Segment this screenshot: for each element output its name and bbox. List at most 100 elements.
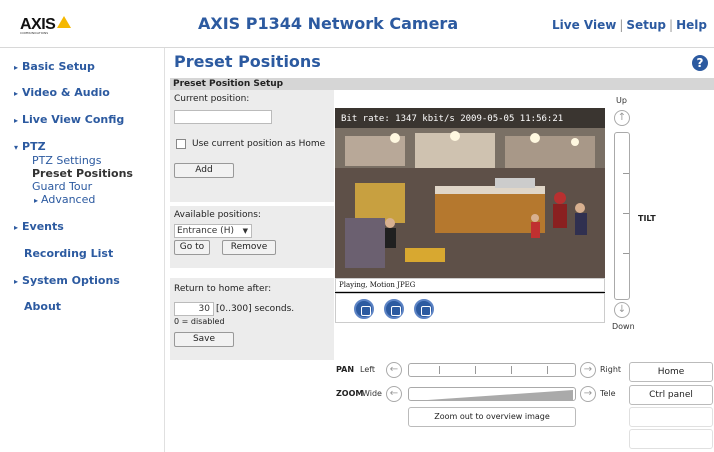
zoom-wedge-graphic	[427, 390, 573, 400]
help-icon[interactable]: ?	[692, 55, 708, 71]
tick-mark	[475, 366, 476, 374]
chevron-down-icon: ▾	[14, 143, 19, 152]
logo-subtext: COMMUNICATIONS	[20, 31, 49, 35]
chevron-right-icon: ▸	[14, 63, 19, 72]
input-value: 30	[198, 304, 210, 314]
live-view-link[interactable]: Live View	[552, 18, 616, 32]
chevron-down-icon: ▼	[242, 227, 248, 235]
product-title: AXIS P1344 Network Camera	[198, 14, 459, 33]
pan-left-label: Left	[360, 365, 376, 374]
sidebar-item-label: Basic Setup	[22, 60, 95, 73]
empty-button-slot	[629, 429, 713, 449]
return-range-text: [0..300] seconds.	[216, 304, 295, 314]
pan-right-label: Right	[600, 365, 622, 374]
return-home-panel: Return to home after: 30 [0..300] second…	[170, 278, 334, 360]
sidebar-sub-advanced[interactable]: ▸ Advanced	[34, 193, 95, 206]
sidebar-sub-preset-positions[interactable]: Preset Positions	[32, 167, 133, 180]
sidebar-item-about[interactable]: About	[24, 300, 61, 313]
zoom-wide-arrow-icon[interactable]: ←	[386, 386, 402, 402]
ctrl-panel-button[interactable]: Ctrl panel	[629, 385, 713, 405]
separator: |	[669, 18, 674, 32]
sidebar-item-recording-list[interactable]: Recording List	[24, 247, 113, 260]
tilt-up-arrow-icon[interactable]: ↑	[614, 110, 630, 126]
chevron-right-icon: ▸	[14, 116, 19, 125]
tick-mark	[439, 366, 440, 374]
sidebar-item-label: Video & Audio	[22, 86, 110, 99]
fullscreen-button-icon[interactable]	[414, 299, 434, 319]
tick-mark	[547, 366, 548, 374]
pan-right-arrow-icon[interactable]: →	[580, 362, 596, 378]
available-positions-label: Available positions:	[174, 210, 261, 220]
zoom-wide-label: Wide	[362, 389, 382, 398]
sidebar: ▸ Basic Setup ▸ Video & Audio ▸ Live View C…	[0, 48, 165, 452]
sidebar-item-live-view-config[interactable]: ▸ Live View Config	[14, 113, 124, 126]
current-position-label: Current position:	[174, 94, 250, 104]
sidebar-sub-label: Advanced	[41, 193, 96, 206]
use-home-checkbox[interactable]	[176, 139, 186, 149]
video-stream[interactable]: Bit rate: 1347 kbit/s 2009-05-05 11:56:2…	[335, 108, 605, 300]
available-positions-select[interactable]: Entrance (H) ▼	[174, 224, 252, 238]
section-header: Preset Position Setup	[170, 78, 714, 90]
sidebar-item-system-options[interactable]: ▸ System Options	[14, 274, 120, 287]
tick-mark	[623, 173, 629, 174]
stop-button-icon[interactable]	[354, 299, 374, 319]
use-home-label: Use current position as Home	[192, 139, 326, 149]
chevron-right-icon: ▸	[14, 89, 19, 98]
pan-left-arrow-icon[interactable]: ←	[386, 362, 402, 378]
sidebar-item-label: About	[24, 300, 62, 313]
zoom-out-overview-button[interactable]: Zoom out to overview image	[408, 407, 576, 427]
tick-mark	[623, 253, 629, 254]
tilt-slider[interactable]	[614, 132, 630, 300]
axis-logo[interactable]: AXIS COMMUNICATIONS	[20, 14, 80, 38]
select-value: Entrance (H)	[177, 226, 234, 236]
sidebar-item-label: Live View Config	[22, 113, 125, 126]
tilt-label: TILT	[638, 214, 656, 223]
sidebar-item-video-audio[interactable]: ▸ Video & Audio	[14, 86, 110, 99]
current-position-input[interactable]	[174, 110, 272, 124]
setup-link[interactable]: Setup	[626, 18, 666, 32]
sidebar-item-label: Events	[22, 220, 64, 233]
save-button[interactable]: Save	[174, 332, 234, 347]
zoom-slider[interactable]	[408, 387, 576, 401]
sidebar-item-label: PTZ	[22, 140, 46, 153]
video-frame-image	[335, 108, 605, 278]
zoom-label: ZOOM	[336, 389, 364, 398]
tick-mark	[623, 213, 629, 214]
remove-button[interactable]: Remove	[222, 240, 276, 255]
tilt-up-label: Up	[616, 96, 627, 105]
video-status-bar: Playing, Motion JPEG	[335, 278, 605, 292]
bitrate-overlay: Bit rate: 1347 kbit/s 2009-05-05 11:56:2…	[341, 114, 564, 124]
sidebar-item-ptz[interactable]: ▾ PTZ	[14, 140, 46, 153]
chevron-right-icon: ▸	[34, 196, 39, 205]
top-links: Live View | Setup | Help	[552, 18, 707, 32]
disabled-note: 0 = disabled	[174, 317, 225, 326]
video-controls-bar	[335, 293, 605, 323]
snapshot-button-icon[interactable]	[384, 299, 404, 319]
zoom-tele-label: Tele	[600, 389, 616, 398]
help-link[interactable]: Help	[676, 18, 707, 32]
empty-button-slot	[629, 407, 713, 427]
return-home-label: Return to home after:	[174, 284, 272, 294]
tilt-down-arrow-icon[interactable]: ↓	[614, 302, 630, 318]
sidebar-sub-ptz-settings[interactable]: PTZ Settings	[32, 154, 102, 167]
home-button[interactable]: Home	[629, 362, 713, 382]
tilt-down-label: Down	[612, 322, 635, 331]
chevron-right-icon: ▸	[14, 277, 19, 286]
add-button[interactable]: Add	[174, 163, 234, 178]
sidebar-item-label: System Options	[22, 274, 120, 287]
separator: |	[619, 18, 624, 32]
tick-mark	[511, 366, 512, 374]
pan-label: PAN	[336, 365, 355, 374]
sidebar-sub-guard-tour[interactable]: Guard Tour	[32, 180, 92, 193]
pan-slider[interactable]	[408, 363, 576, 377]
return-home-input[interactable]: 30	[174, 302, 214, 316]
page-title: Preset Positions	[174, 52, 321, 71]
logo-triangle-icon	[57, 16, 71, 28]
sidebar-item-events[interactable]: ▸ Events	[14, 220, 64, 233]
sidebar-item-basic-setup[interactable]: ▸ Basic Setup	[14, 60, 95, 73]
chevron-right-icon: ▸	[14, 223, 19, 232]
go-to-button[interactable]: Go to	[174, 240, 210, 255]
available-positions-panel: Available positions: Entrance (H) ▼ Go t…	[170, 206, 334, 268]
sidebar-item-label: Recording List	[24, 247, 114, 260]
zoom-tele-arrow-icon[interactable]: →	[580, 386, 596, 402]
